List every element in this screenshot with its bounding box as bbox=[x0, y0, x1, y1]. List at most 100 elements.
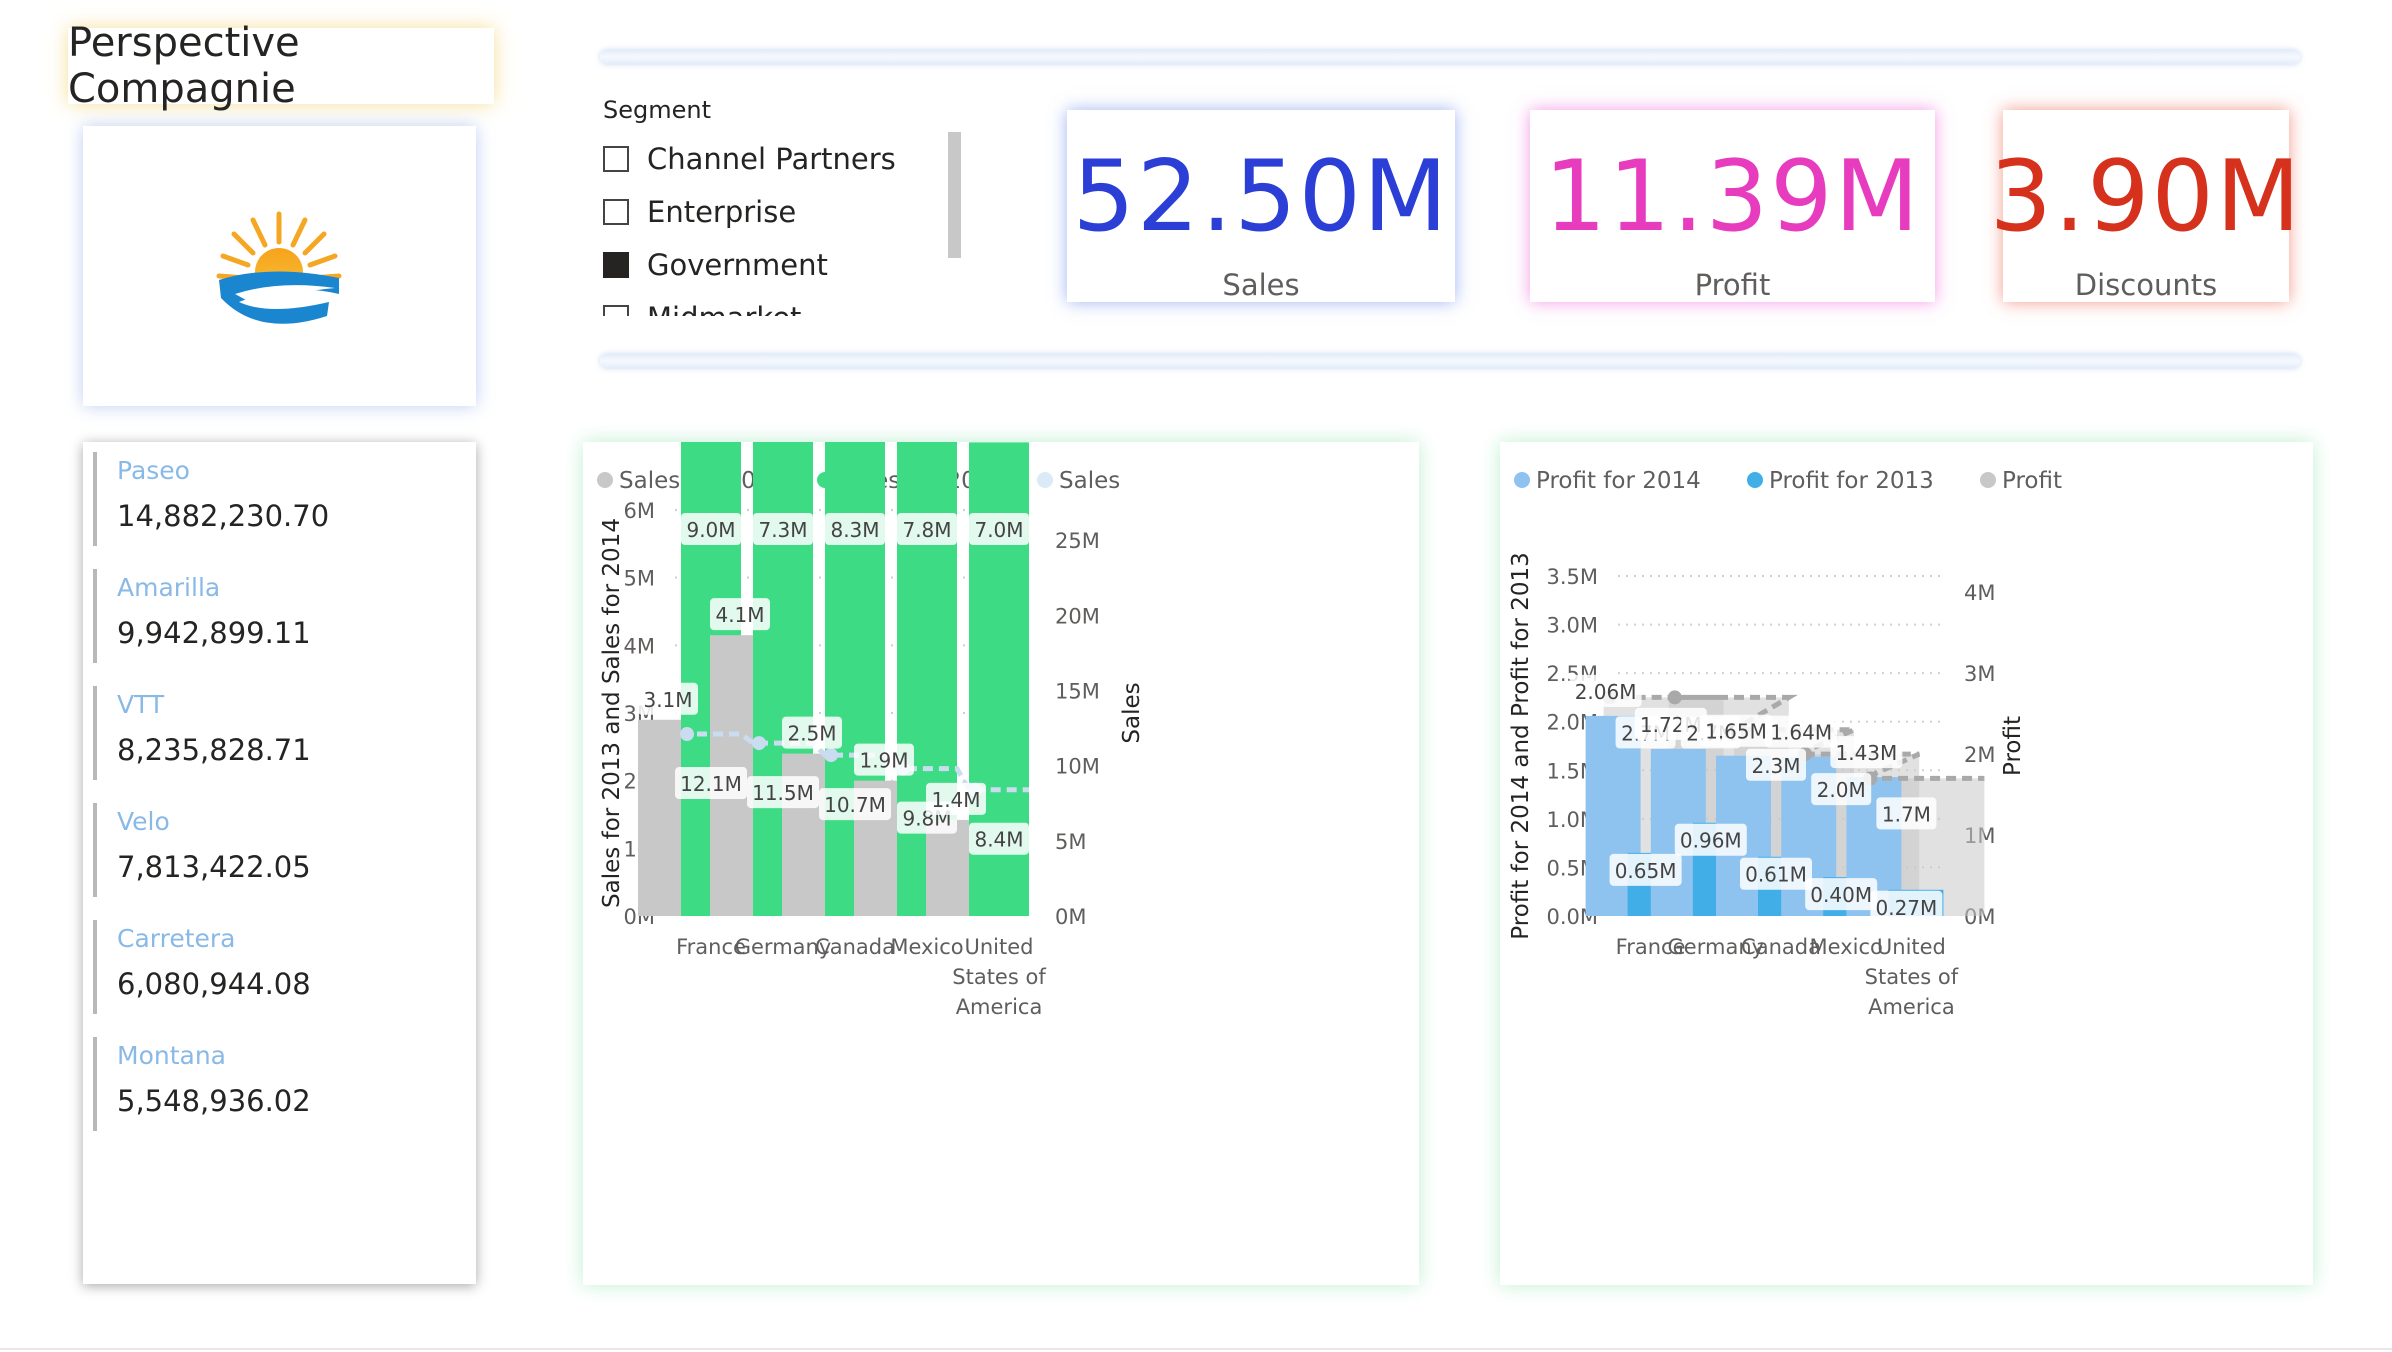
y2-tick-label: 20M bbox=[1055, 604, 1100, 628]
data-label: 12.1M bbox=[680, 772, 742, 796]
list-item: Carretera 6,080,944.08 bbox=[93, 920, 453, 1014]
slicer-option[interactable]: Channel Partners bbox=[603, 132, 973, 185]
checkbox-checked[interactable] bbox=[603, 251, 629, 278]
list-item-label: Montana bbox=[117, 1041, 226, 1070]
y2-axis-title: Profit bbox=[2000, 716, 2026, 776]
data-label: 0.96M bbox=[1680, 829, 1742, 853]
x-tick-label: Canada bbox=[815, 935, 895, 959]
slicer-top-divider bbox=[600, 50, 2300, 64]
legend-marker bbox=[1747, 472, 1763, 488]
data-label: 1.9M bbox=[859, 749, 908, 773]
x-tick-label: States of bbox=[952, 965, 1046, 989]
list-item-value: 5,548,936.02 bbox=[117, 1084, 311, 1118]
kpi-label: Profit bbox=[1694, 268, 1771, 302]
checkbox[interactable] bbox=[603, 145, 629, 172]
product-sales-card: Paseo 14,882,230.70 Amarilla 9,942,899.1… bbox=[83, 442, 476, 1284]
y-tick-label: 3.5M bbox=[1546, 565, 1598, 589]
y-tick-label: 3.0M bbox=[1546, 614, 1598, 638]
kpi-label: Discounts bbox=[2074, 268, 2218, 302]
x-tick-label: America bbox=[1868, 995, 1955, 1019]
slicer-option-label: Government bbox=[647, 247, 828, 282]
list-item: Montana 5,548,936.02 bbox=[93, 1037, 453, 1131]
y-tick-label: 5M bbox=[624, 567, 655, 591]
list-item-value: 14,882,230.70 bbox=[117, 499, 330, 533]
x-tick-label: Mexico bbox=[1810, 935, 1883, 959]
y2-tick-label: 3M bbox=[1964, 662, 1995, 686]
data-label: 7.8M bbox=[902, 518, 951, 542]
legend-marker bbox=[1980, 472, 1996, 488]
x-tick-label: United bbox=[1877, 935, 1946, 959]
x-tick-label: Mexico bbox=[890, 935, 963, 959]
y2-tick-label: 25M bbox=[1055, 529, 1100, 553]
list-item-label: VTT bbox=[117, 690, 165, 719]
slicer-bottom-divider bbox=[600, 354, 2300, 368]
data-label: 1.43M bbox=[1836, 741, 1898, 765]
data-label: 7.3M bbox=[758, 518, 807, 542]
data-label: 0.65M bbox=[1615, 859, 1677, 883]
company-logo-icon bbox=[216, 211, 342, 324]
slicer-option-label: Midmarket bbox=[647, 301, 801, 317]
series-marker bbox=[1667, 690, 1682, 705]
series-marker bbox=[824, 748, 838, 763]
data-label: 1.65M bbox=[1705, 720, 1767, 744]
data-label: 0.40M bbox=[1810, 883, 1872, 907]
list-item-value: 9,942,899.11 bbox=[117, 616, 311, 650]
kpi-value: 52.50M bbox=[1072, 140, 1450, 254]
report-title: Perspective Compagnie bbox=[68, 20, 494, 112]
list-item: VTT 8,235,828.71 bbox=[93, 686, 453, 780]
slicer-option[interactable]: Midmarket bbox=[603, 291, 973, 316]
y-axis-title: Sales for 2013 and Sales for 2014 bbox=[599, 518, 625, 908]
data-label: 2.06M bbox=[1575, 680, 1637, 704]
y2-tick-label: 4M bbox=[1964, 581, 1995, 605]
y-tick-label: 4M bbox=[624, 634, 655, 658]
profit-by-country-chart: Profit for 2014 Profit for 2013 Profit0.0M… bbox=[1508, 468, 2062, 1019]
checkbox[interactable] bbox=[603, 198, 629, 225]
sales-by-country-chart: Sales for 2013Sales for 2014Sales0M1M2M3… bbox=[597, 307, 1145, 1019]
y2-axis-title: Sales bbox=[1119, 682, 1145, 743]
slicer-scrollbar[interactable] bbox=[948, 132, 961, 258]
series-marker bbox=[752, 736, 766, 751]
slicer-option-label: Enterprise bbox=[647, 194, 797, 229]
data-label: 2.3M bbox=[1751, 754, 1800, 778]
data-label: 2.0M bbox=[1817, 778, 1866, 802]
list-item-label: Amarilla bbox=[117, 573, 221, 602]
data-label: 1.64M bbox=[1770, 721, 1832, 745]
list-item-label: Velo bbox=[117, 807, 170, 836]
data-label: 2.5M bbox=[787, 722, 836, 746]
legend-label: Sales bbox=[1059, 468, 1120, 494]
kpi-value: 3.90M bbox=[1989, 140, 2303, 254]
checkbox[interactable] bbox=[603, 304, 629, 316]
y2-tick-label: 5M bbox=[1055, 830, 1086, 854]
legend-marker bbox=[597, 472, 613, 488]
list-item-label: Paseo bbox=[117, 456, 190, 485]
x-tick-label: America bbox=[956, 995, 1043, 1019]
y2-tick-label: 2M bbox=[1964, 743, 1995, 767]
legend-label: Profit for 2013 bbox=[1769, 468, 1934, 494]
data-label: 9.0M bbox=[686, 518, 735, 542]
kpi-value: 11.39M bbox=[1543, 140, 1922, 254]
kpi-card-sales: 52.50M Sales bbox=[1067, 110, 1455, 302]
x-tick-label: States of bbox=[1865, 965, 1959, 989]
y-axis-title: Profit for 2014 and Profit for 2013 bbox=[1508, 552, 1534, 939]
data-label: 11.5M bbox=[752, 781, 814, 805]
data-label: 1.4M bbox=[931, 788, 980, 812]
segment-slicer: Segment Channel Partners Enterprise Gove… bbox=[603, 96, 973, 316]
data-label: 8.3M bbox=[830, 518, 879, 542]
slicer-option[interactable]: Enterprise bbox=[603, 185, 973, 238]
legend-marker bbox=[1514, 472, 1530, 488]
list-item-value: 7,813,422.05 bbox=[117, 850, 311, 884]
list-item: Velo 7,813,422.05 bbox=[93, 803, 453, 897]
data-label: 7.0M bbox=[974, 518, 1023, 542]
slicer-option[interactable]: Government bbox=[603, 238, 973, 291]
data-label: 0.61M bbox=[1745, 863, 1807, 887]
legend-marker bbox=[1037, 472, 1053, 488]
series-marker bbox=[680, 727, 694, 742]
kpi-card-discounts: 3.90M Discounts bbox=[1990, 110, 2300, 302]
data-label: 0.27M bbox=[1876, 896, 1938, 920]
y2-tick-label: 15M bbox=[1055, 679, 1100, 703]
x-tick-label: United bbox=[965, 935, 1034, 959]
page-bottom-rule bbox=[0, 1348, 2392, 1350]
list-item: Paseo 14,882,230.70 bbox=[93, 452, 453, 546]
logo-card bbox=[83, 126, 476, 406]
profit-chart-card: Profit for 2014 Profit for 2013 Profit 0.0M… bbox=[1500, 442, 2313, 1285]
